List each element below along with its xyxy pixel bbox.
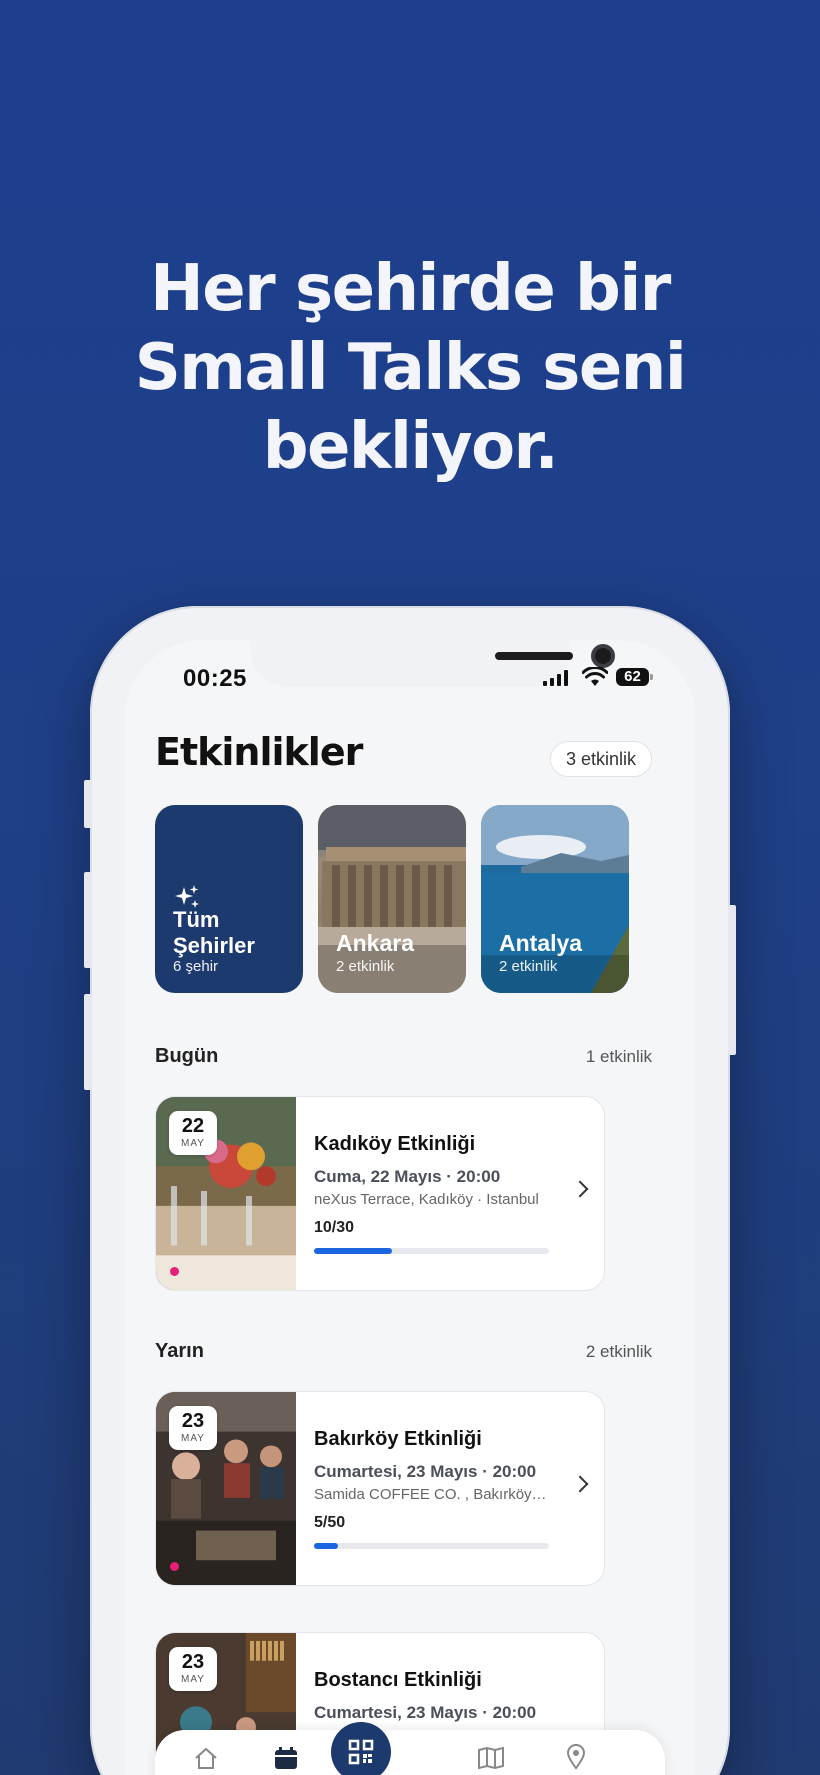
event-count-pill: 3 etkinlik bbox=[550, 741, 652, 777]
phone-side-button bbox=[84, 872, 92, 968]
headline-line-2: Small Talks seni bbox=[134, 331, 687, 405]
camera bbox=[591, 644, 615, 668]
event-location: neXus Terrace, Kadıköy · Istanbul bbox=[314, 1191, 539, 1208]
page-title: Etkinlikler bbox=[155, 730, 363, 774]
live-dot bbox=[170, 1267, 179, 1276]
event-card[interactable]: 22 MAY Kadıköy Etkinliği Cuma, 22 Mayıs … bbox=[155, 1096, 605, 1291]
app-screen: 00:25 62 Etkinlikler 3 etkinlik Tüm Şehi… bbox=[125, 640, 695, 1775]
battery-icon: 62 bbox=[616, 668, 653, 686]
city-name: Antalya bbox=[499, 930, 583, 956]
capacity-bar bbox=[314, 1248, 549, 1254]
city-count: 6 şehir bbox=[173, 958, 219, 975]
signal-icon bbox=[543, 670, 568, 686]
city-card-ankara[interactable]: Ankara 2 etkinlik bbox=[318, 805, 466, 993]
event-title: Bostancı Etkinliği bbox=[314, 1669, 482, 1691]
chevron-right-icon[interactable] bbox=[571, 1475, 589, 1493]
city-card-antalya[interactable]: Antalya 2 etkinlik bbox=[481, 805, 629, 993]
event-date: Cumartesi, 23 Mayıs · 20:00 bbox=[314, 1703, 537, 1722]
qr-code-icon bbox=[348, 1739, 374, 1765]
event-date: Cumartesi, 23 Mayıs · 20:00 bbox=[314, 1462, 537, 1481]
city-name: Tüm Şehirler bbox=[173, 907, 255, 958]
qr-scan-button[interactable] bbox=[331, 1722, 391, 1775]
event-capacity: 5/50 bbox=[314, 1514, 346, 1531]
capacity-bar bbox=[314, 1543, 549, 1549]
speaker bbox=[495, 652, 573, 660]
date-badge: 22 MAY bbox=[169, 1111, 217, 1155]
city-count: 2 etkinlik bbox=[499, 958, 558, 975]
wifi-icon bbox=[582, 667, 608, 686]
calendar-icon[interactable] bbox=[273, 1746, 299, 1770]
section-title-today: Bugün bbox=[155, 1045, 219, 1067]
event-capacity: 10/30 bbox=[314, 1219, 355, 1236]
event-title: Bakırköy Etkinliği bbox=[314, 1428, 482, 1450]
city-name: Ankara bbox=[336, 930, 414, 956]
event-date: Cuma, 22 Mayıs · 20:00 bbox=[314, 1167, 501, 1186]
date-badge: 23 MAY bbox=[169, 1406, 217, 1450]
location-pin-icon[interactable] bbox=[565, 1744, 587, 1770]
date-badge: 23 MAY bbox=[169, 1647, 217, 1691]
live-dot bbox=[170, 1562, 179, 1571]
map-icon[interactable] bbox=[477, 1746, 505, 1770]
bottom-tab-bar bbox=[155, 1730, 665, 1775]
section-count-tomorrow: 2 etkinlik bbox=[585, 1342, 652, 1361]
phone-side-button bbox=[84, 780, 92, 828]
event-location: Samida COFFEE CO. , Bakırköy… bbox=[314, 1486, 547, 1503]
city-card-all[interactable]: Tüm Şehirler 6 şehir bbox=[155, 805, 303, 993]
event-card[interactable]: 23 MAY Bakırköy Etkinliği Cumartesi, 23 … bbox=[155, 1391, 605, 1586]
status-time: 00:25 bbox=[183, 665, 247, 692]
chevron-right-icon[interactable] bbox=[571, 1180, 589, 1198]
section-title-tomorrow: Yarın bbox=[155, 1340, 204, 1362]
city-count: 2 etkinlik bbox=[336, 958, 395, 975]
promo-headline: Her şehirde bir Small Talks seni bekliyo… bbox=[0, 250, 820, 487]
headline-line-1: Her şehirde bir bbox=[150, 252, 671, 326]
phone-side-button bbox=[84, 994, 92, 1090]
dynamic-island bbox=[250, 640, 615, 687]
headline-line-3: bekliyor. bbox=[262, 410, 559, 484]
section-count-today: 1 etkinlik bbox=[585, 1047, 652, 1066]
event-title: Kadıköy Etkinliği bbox=[314, 1133, 476, 1155]
home-icon[interactable] bbox=[193, 1746, 219, 1770]
phone-side-button bbox=[728, 905, 736, 1055]
